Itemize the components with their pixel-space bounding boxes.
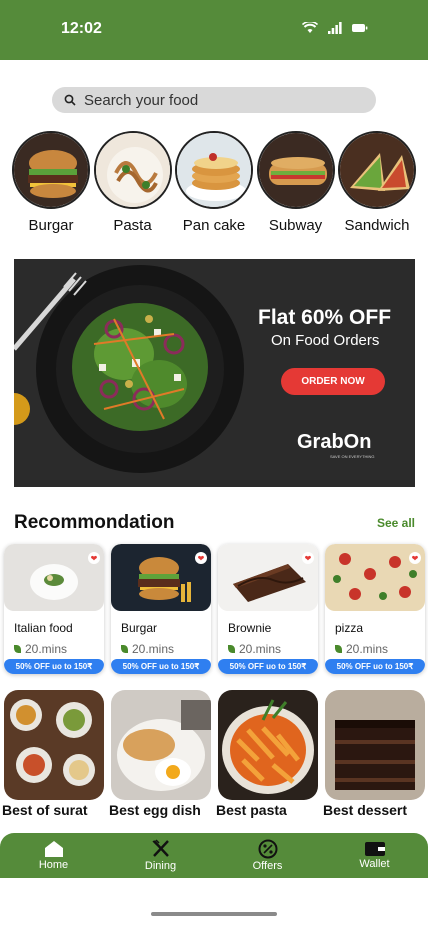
- brand-tagline: SAVE ON EVERYTHING: [330, 454, 375, 459]
- best-image: [4, 690, 104, 800]
- food-image: ❤: [4, 544, 104, 611]
- offer-badge: 50% OFF uo to 150₹: [218, 659, 318, 674]
- category-image: [256, 131, 335, 209]
- leaf-icon: [335, 645, 342, 653]
- category-label: Pasta: [113, 217, 152, 234]
- nav-label: Offers: [252, 860, 283, 872]
- nav-label: Wallet: [359, 858, 390, 870]
- favorite-heart-icon[interactable]: ❤: [302, 552, 314, 564]
- best-label: Best pasta: [216, 802, 287, 818]
- promo-banner[interactable]: Flat 60% OFF On Food Orders ORDER NOW Gr…: [14, 259, 415, 487]
- favorite-heart-icon[interactable]: ❤: [409, 552, 421, 564]
- category-sandwich[interactable]: Sandwich: [338, 131, 416, 234]
- category-label: Sandwich: [344, 217, 410, 234]
- delivery-time-value: 20.mins: [346, 642, 389, 656]
- wifi-icon: [302, 22, 318, 33]
- search-bar[interactable]: [52, 87, 376, 113]
- category-label: Pan cake: [182, 217, 246, 234]
- nav-offers[interactable]: Offers: [214, 833, 321, 878]
- category-image: [93, 131, 172, 209]
- offer-badge: 50% OFF uo to 150₹: [4, 659, 104, 674]
- battery-icon: [352, 24, 368, 32]
- category-list: Burgar Pasta Pan cake Subway Sandwich: [12, 131, 416, 234]
- category-pan-cake[interactable]: Pan cake: [175, 131, 253, 234]
- nav-dining[interactable]: Dining: [107, 833, 214, 878]
- food-image: ❤: [111, 544, 211, 611]
- wallet-icon: [364, 842, 385, 856]
- favorite-heart-icon[interactable]: ❤: [88, 552, 100, 564]
- delivery-time: 20.mins: [228, 642, 281, 656]
- recommendation-list: ❤ Italian food 20.mins 50% OFF uo to 150…: [4, 544, 428, 674]
- nav-label: Dining: [144, 860, 177, 872]
- food-image: ❤: [325, 544, 425, 611]
- search-icon: [64, 94, 76, 106]
- delivery-time-value: 20.mins: [132, 642, 175, 656]
- banner-subheadline: On Food Orders: [271, 332, 380, 349]
- search-input[interactable]: [84, 91, 354, 109]
- leaf-icon: [14, 645, 21, 653]
- best-image: [325, 690, 425, 800]
- best-label: Best dessert: [323, 802, 408, 818]
- delivery-time: 20.mins: [335, 642, 388, 656]
- category-pasta[interactable]: Pasta: [93, 131, 172, 234]
- nav-wallet[interactable]: Wallet: [321, 833, 428, 878]
- bottom-navigation: Home Dining Offers Wallet: [0, 833, 428, 878]
- nav-label: Home: [38, 859, 69, 871]
- recommendation-card[interactable]: ❤ Brownie 20.mins 50% OFF uo to 150₹: [218, 544, 318, 674]
- favorite-heart-icon[interactable]: ❤: [195, 552, 207, 564]
- recommendation-card[interactable]: ❤ Burgar 20.mins 50% OFF uo to 150₹: [111, 544, 211, 674]
- category-image: [338, 131, 416, 209]
- see-all-link[interactable]: See all: [377, 516, 415, 530]
- food-name: Burgar: [121, 621, 158, 635]
- food-image: ❤: [218, 544, 318, 611]
- best-list: Best of surat Best egg dish Best pasta B…: [2, 690, 428, 818]
- recommendation-title: Recommondation: [14, 512, 175, 533]
- category-image: [175, 131, 253, 209]
- delivery-time: 20.mins: [14, 642, 67, 656]
- delivery-time-value: 20.mins: [239, 642, 282, 656]
- best-image: [218, 690, 318, 800]
- offer-badge: 50% OFF uo to 150₹: [325, 659, 425, 674]
- order-now-button[interactable]: ORDER NOW: [281, 368, 385, 395]
- status-time: 12:02: [61, 20, 102, 37]
- offer-badge: 50% OFF uo to 150₹: [111, 659, 211, 674]
- recommendation-card[interactable]: ❤ Italian food 20.mins 50% OFF uo to 150…: [4, 544, 104, 674]
- fork-knife-icon: [151, 839, 169, 857]
- category-burgar[interactable]: Burgar: [12, 131, 90, 234]
- leaf-icon: [121, 645, 128, 653]
- brand-logo: GrabOn: [297, 431, 372, 453]
- recommendation-card[interactable]: ❤ pizza 20.mins 50% OFF uo to 150₹: [325, 544, 425, 674]
- best-label: Best egg dish: [109, 802, 201, 818]
- status-bar: 12:02: [0, 0, 428, 60]
- delivery-time-value: 20.mins: [25, 642, 68, 656]
- best-label: Best of surat: [2, 802, 88, 818]
- signal-icon: [328, 22, 342, 34]
- banner-headline: Flat 60% OFF: [258, 306, 392, 329]
- category-subway[interactable]: Subway: [256, 131, 335, 234]
- leaf-icon: [228, 645, 235, 653]
- delivery-time: 20.mins: [121, 642, 174, 656]
- best-image: [111, 690, 211, 800]
- best-card[interactable]: Best pasta: [216, 690, 318, 818]
- best-card[interactable]: Best of surat: [2, 690, 104, 818]
- status-icons: [302, 22, 368, 34]
- food-name: Brownie: [228, 621, 272, 635]
- best-card[interactable]: Best dessert: [323, 690, 425, 818]
- nav-home[interactable]: Home: [0, 833, 107, 878]
- best-card[interactable]: Best egg dish: [109, 690, 211, 818]
- home-icon: [44, 841, 63, 857]
- food-name: pizza: [335, 621, 364, 635]
- category-label: Burgar: [28, 217, 74, 234]
- home-indicator[interactable]: [151, 912, 277, 916]
- salad-plate-image: [14, 265, 244, 473]
- category-label: Subway: [268, 217, 323, 234]
- food-name: Italian food: [14, 621, 73, 635]
- category-image: [12, 131, 90, 209]
- percent-badge-icon: [258, 839, 277, 859]
